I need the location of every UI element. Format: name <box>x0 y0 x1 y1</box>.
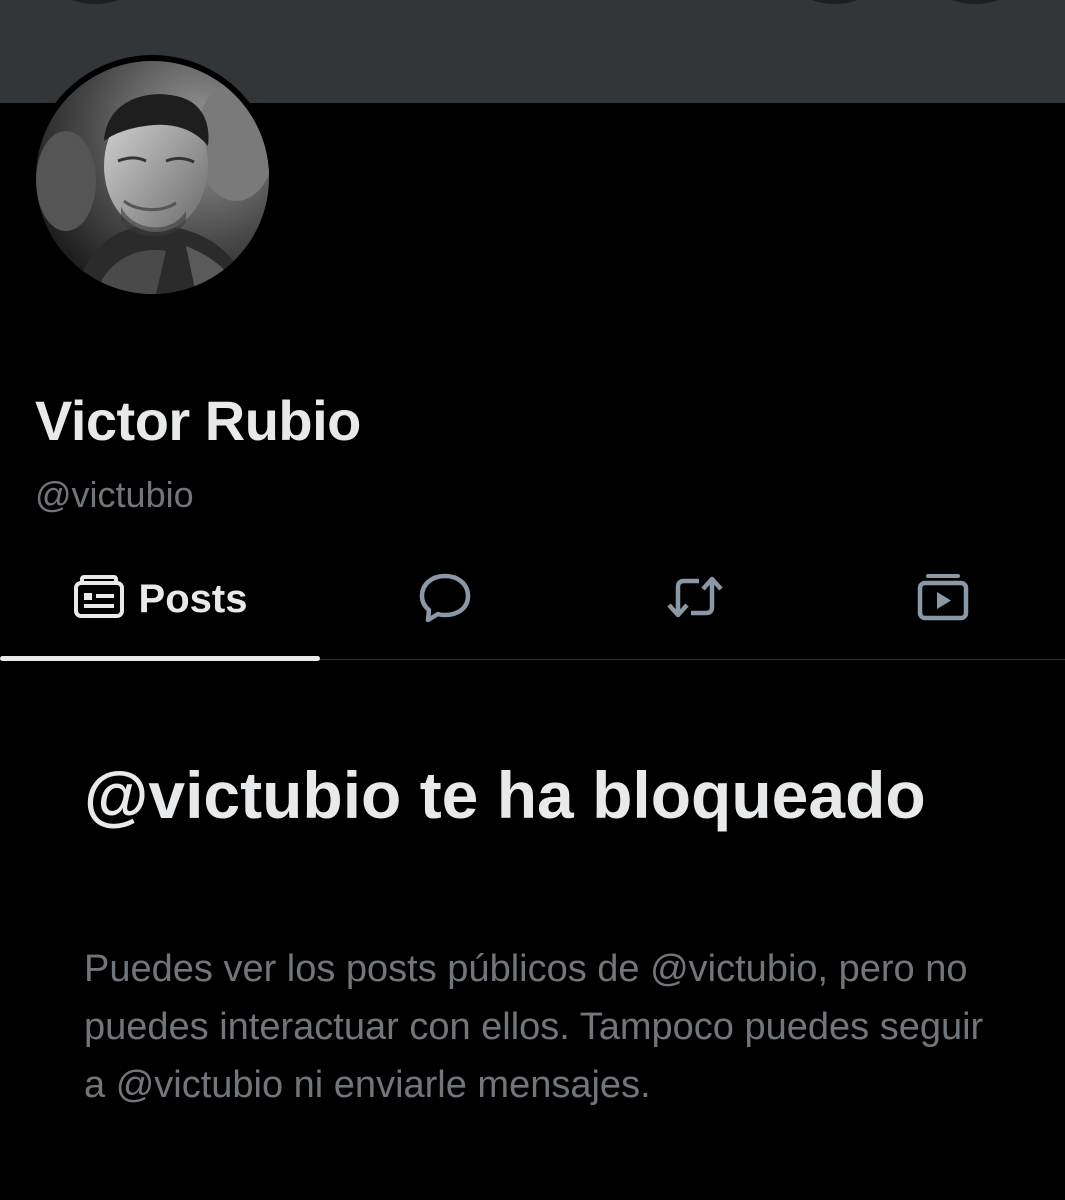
blocked-title: @victubio te ha bloqueado <box>84 758 926 832</box>
profile-page: Victor Rubio @victubio Posts @victubio t… <box>0 0 1065 1200</box>
tab-posts-label: Posts <box>138 577 248 621</box>
display-name: Victor Rubio <box>35 389 361 452</box>
avatar[interactable] <box>36 61 269 294</box>
reply-icon <box>418 572 472 627</box>
profile-handle: @victubio <box>35 474 194 515</box>
posts-icon <box>73 575 125 624</box>
avatar-border <box>30 55 275 300</box>
media-icon <box>916 572 970 627</box>
blocked-message: Puedes ver los posts públicos de @victub… <box>84 948 984 1106</box>
more-button[interactable] <box>935 0 1015 4</box>
tab-reposts[interactable] <box>570 540 820 659</box>
tab-media[interactable] <box>820 540 1065 659</box>
repost-icon <box>665 573 725 626</box>
tab-selected-indicator <box>0 656 320 661</box>
search-button[interactable] <box>795 0 875 4</box>
back-button[interactable] <box>55 0 135 4</box>
tab-posts[interactable]: Posts <box>0 540 320 661</box>
avatar-photo <box>36 61 269 294</box>
tab-replies[interactable] <box>320 540 570 659</box>
profile-tabs: Posts <box>0 540 1065 661</box>
